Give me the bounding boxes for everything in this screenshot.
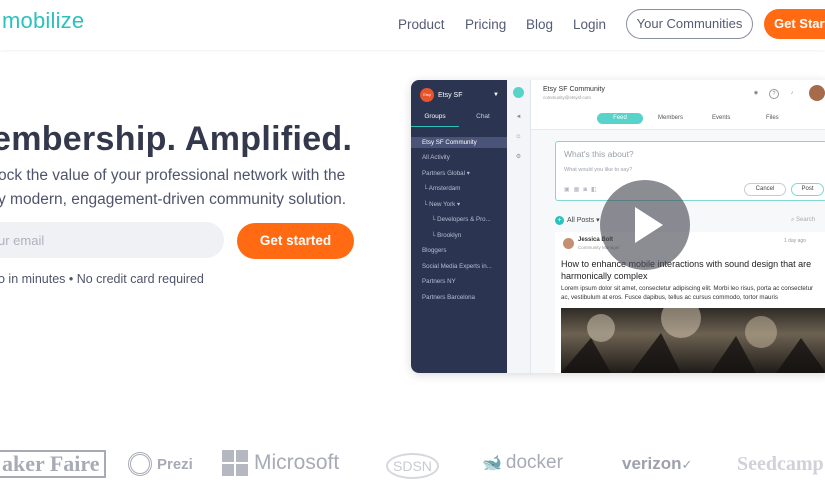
sidebar-item: └ Amsterdam (423, 185, 461, 192)
avatar (809, 85, 825, 101)
preview-sidebar: Etsy Etsy SF ▼ Groups Chat Etsy SF Commu… (411, 80, 507, 373)
post-title: How to enhance mobile interactions with … (561, 259, 812, 281)
compose-question: What's this about? (564, 149, 634, 159)
verizon-text: verizon (622, 454, 682, 473)
hero-title: embership. Amplified. (0, 120, 353, 158)
post-image (561, 308, 825, 373)
avatar (563, 238, 574, 249)
compose-prompt: What would you like to say? (564, 167, 633, 173)
preview-tabs: Feed Members Events Files (531, 108, 825, 130)
workspace-badge: Etsy (420, 88, 434, 102)
docker-text: docker (505, 452, 563, 473)
tab-chat: Chat (476, 113, 490, 120)
home-icon (513, 87, 524, 98)
sidebar-item: Social Media Experts in... (422, 263, 492, 270)
sidebar-item: All Activity (422, 154, 450, 161)
mobilize-logo[interactable]: mobilize (2, 8, 84, 34)
hero-subtitle-line: y modern, engagement-driven community so… (0, 191, 347, 208)
nav-pricing[interactable]: Pricing (465, 17, 506, 32)
post-body: Lorem ipsum dolor sit amet, consectetur … (561, 285, 814, 301)
compose-box: What's this about? What would you like t… (555, 141, 825, 201)
preview-search: ⌕ Search (791, 217, 816, 223)
cancel-button: Cancel (744, 183, 786, 196)
plus-icon: + (555, 216, 564, 225)
megaphone-icon: ◄ (515, 114, 522, 120)
wifi-icon: ◉ (753, 90, 759, 96)
sidebar-item: Partners Barcelona (422, 294, 475, 301)
all-posts-filter: + All Posts ▾ (555, 216, 600, 225)
prezi-text: Prezi (157, 455, 193, 473)
preview-icon-rail: ◄ ☺ ⚙ (507, 80, 531, 373)
nav-product[interactable]: Product (398, 17, 445, 32)
verizon-logo: verizon✓ (622, 454, 692, 474)
sidebar-item: Partners Global ▾ (422, 170, 470, 177)
caret-down-icon: ▼ (493, 92, 499, 98)
email-input[interactable] (0, 222, 224, 258)
sdsn-logo: SDSN (386, 453, 439, 479)
top-nav: mobilize Product Pricing Blog Login Your… (0, 0, 825, 50)
tab-events: Events (712, 115, 731, 121)
sidebar-item: └ New York ▾ (423, 201, 461, 208)
your-communities-button[interactable]: Your Communities (626, 9, 753, 39)
all-posts-label: All Posts ▾ (567, 217, 600, 224)
sidebar-item: Partners NY (422, 278, 456, 285)
nav-blog[interactable]: Blog (526, 17, 553, 32)
workspace-name: Etsy SF (438, 91, 463, 99)
bell-icon: ♪ (790, 90, 794, 96)
seedcamp-logo: Seedcamp (737, 453, 824, 475)
workspace-switcher: Etsy Etsy SF (420, 88, 463, 102)
tab-feed: Feed (597, 113, 643, 124)
tab-files: Files (766, 115, 779, 121)
prezi-mark-icon (128, 452, 152, 476)
post-card: Jessica Bolt Community Manager 1 day ago… (555, 232, 825, 373)
search-label: Search (796, 217, 816, 223)
customer-logos: aker Faire Prezi Microsoft SDSN 🐋 docker… (0, 440, 825, 490)
prezi-logo: Prezi (128, 452, 193, 476)
whale-icon: 🐋 (482, 455, 502, 472)
sidebar-tabs: Groups Chat (411, 113, 507, 127)
check-icon: ✓ (681, 457, 693, 472)
microsoft-text: Microsoft (254, 451, 340, 474)
community-title: Etsy SF Community (543, 86, 605, 93)
tab-members: Members (658, 115, 684, 121)
hero-note: o in minutes • No credit card required (0, 272, 204, 286)
get-started-button[interactable]: Get started (237, 223, 354, 259)
people-icon: ☺ (515, 134, 522, 140)
community-email: community@etsysf.com (543, 95, 591, 100)
sidebar-item: Etsy SF Community (411, 137, 507, 148)
nav-login[interactable]: Login (573, 17, 606, 32)
play-icon (635, 207, 663, 243)
hero-subtitle: ock the value of your professional netwo… (0, 164, 398, 212)
sidebar-item: └ Brooklyn (431, 232, 462, 239)
post-button: Post (791, 183, 824, 196)
preview-header: Etsy SF Community community@etsysf.com ◉… (531, 80, 825, 108)
post-time: 1 day ago (784, 238, 806, 244)
hero-subtitle-line: ock the value of your professional netwo… (0, 167, 346, 184)
help-icon: ? (769, 89, 779, 99)
sidebar-item: └ Developers & Pro... (431, 216, 491, 223)
microsoft-logo: Microsoft (222, 450, 339, 476)
tab-groups: Groups (411, 113, 459, 127)
get-started-nav-button[interactable]: Get Start (764, 9, 825, 39)
play-video-button[interactable] (600, 180, 690, 270)
sidebar-item: Bloggers (422, 247, 447, 254)
windows-icon (222, 450, 248, 476)
compose-tools-icon: ▣▦◙◧ (564, 187, 601, 193)
gear-icon: ⚙ (515, 154, 522, 160)
docker-logo: 🐋 docker (482, 452, 563, 474)
maker-faire-logo: aker Faire (0, 450, 106, 478)
